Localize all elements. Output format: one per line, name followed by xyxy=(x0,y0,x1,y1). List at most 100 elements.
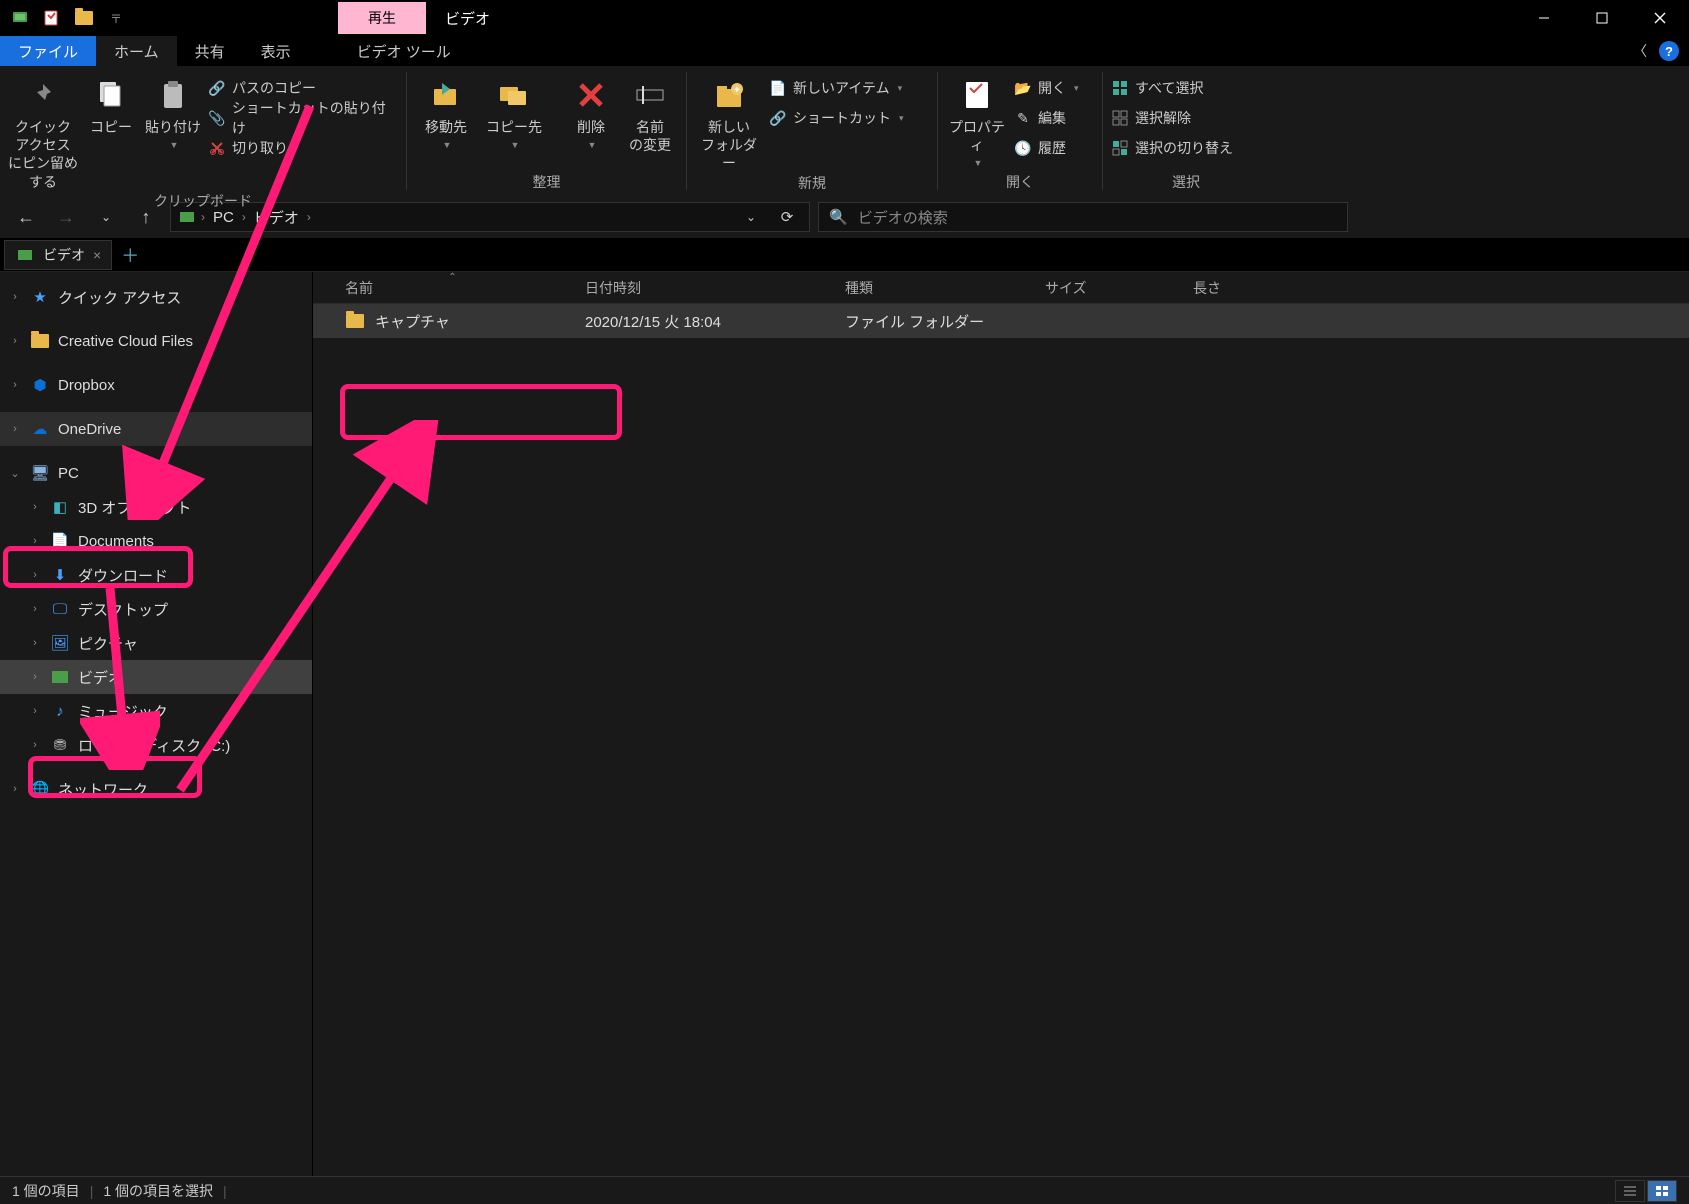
pin-label: クイック アクセス にピン留めする xyxy=(8,118,78,191)
search-box[interactable]: 🔍 ビデオの検索 xyxy=(818,202,1348,232)
pin-quickaccess-button[interactable]: クイック アクセス にピン留めする xyxy=(8,70,78,191)
tree-videos[interactable]: › ビデオ xyxy=(0,660,312,694)
chevron-right-icon[interactable]: › xyxy=(8,335,22,347)
paste-button[interactable]: 貼り付け ▼ xyxy=(144,70,202,152)
file-row[interactable]: キャプチャ 2020/12/15 火 18:04 ファイル フォルダー xyxy=(313,304,1689,338)
tree-quick-access[interactable]: › ★ クイック アクセス xyxy=(0,280,312,314)
col-type[interactable]: 種類 xyxy=(833,278,1033,298)
edit-button[interactable]: ✎編集 xyxy=(1014,106,1094,130)
tree-network[interactable]: › 🌐 ネットワーク xyxy=(0,772,312,806)
group-open-label: 開く xyxy=(946,172,1094,194)
view-details-button[interactable] xyxy=(1615,1180,1645,1202)
rename-button[interactable]: 名前 の変更 xyxy=(622,70,678,154)
new-folder-button[interactable]: ✦ 新しい フォルダー xyxy=(695,70,763,173)
picture-icon: 🖼 xyxy=(50,634,70,652)
chevron-right-icon[interactable]: › xyxy=(8,379,22,391)
paste-shortcut-button[interactable]: 📎ショートカットの貼り付け xyxy=(208,106,398,130)
qat-dropdown-icon[interactable]: 〒 xyxy=(102,4,130,32)
cut-button[interactable]: 切り取り xyxy=(208,136,398,160)
group-organize-label: 整理 xyxy=(415,172,678,194)
tab-view[interactable]: 表示 xyxy=(243,36,309,66)
paste-label: 貼り付け xyxy=(145,118,201,136)
tree-onedrive[interactable]: › ☁ OneDrive xyxy=(0,412,312,446)
maximize-button[interactable] xyxy=(1573,0,1631,36)
tree-music[interactable]: › ♪ ミュージック xyxy=(0,694,312,728)
chevron-down-icon[interactable]: ⌄ xyxy=(8,467,22,480)
group-new-label: 新規 xyxy=(695,173,929,195)
rename-label: 名前 の変更 xyxy=(629,118,671,154)
col-size[interactable]: サイズ xyxy=(1033,278,1181,298)
col-name[interactable]: ⌃名前 xyxy=(333,278,573,298)
search-icon: 🔍 xyxy=(829,208,848,226)
chevron-right-icon[interactable]: › xyxy=(28,637,42,649)
chevron-right-icon[interactable]: › xyxy=(8,291,22,303)
copy-path-button[interactable]: 🔗パスのコピー xyxy=(208,76,398,100)
collapse-ribbon-icon[interactable]: 〈 xyxy=(1633,41,1647,61)
delete-button[interactable]: 削除▼ xyxy=(566,70,616,152)
ribbon: クイック アクセス にピン留めする コピー 貼り付け ▼ 🔗パスのコピー 📎ショ… xyxy=(0,66,1689,196)
col-date[interactable]: 日付時刻 xyxy=(573,278,833,298)
tree-3d-objects[interactable]: › ◧ 3D オブジェクト xyxy=(0,490,312,524)
history-button[interactable]: 🕓履歴 xyxy=(1014,136,1094,160)
status-bar: 1 個の項目 | 1 個の項目を選択 | xyxy=(0,1176,1689,1204)
status-selected: 1 個の項目を選択 xyxy=(103,1181,213,1201)
context-tab-play[interactable]: 再生 xyxy=(338,2,426,34)
chevron-right-icon[interactable]: › xyxy=(28,569,42,581)
address-dropdown-icon[interactable]: ⌄ xyxy=(735,201,767,233)
chevron-right-icon[interactable]: › xyxy=(28,705,42,717)
add-tab-button[interactable]: ＋ xyxy=(116,241,144,269)
folder-icon xyxy=(345,312,365,330)
file-name: キャプチャ xyxy=(375,311,450,332)
tab-video-tools[interactable]: ビデオ ツール xyxy=(339,36,469,66)
column-headers: ⌃名前 日付時刻 種類 サイズ 長さ xyxy=(313,272,1689,304)
group-select-label: 選択 xyxy=(1111,172,1261,194)
minimize-button[interactable] xyxy=(1515,0,1573,36)
col-length[interactable]: 長さ xyxy=(1181,278,1361,298)
tree-dropbox[interactable]: › ⬢ Dropbox xyxy=(0,368,312,402)
navigation-sidebar: › ★ クイック アクセス › Creative Cloud Files › ⬢… xyxy=(0,272,312,1176)
folder-tab-videos[interactable]: ビデオ × xyxy=(4,240,112,270)
refresh-button[interactable]: ⟳ xyxy=(771,201,803,233)
chevron-right-icon[interactable]: › xyxy=(8,783,22,795)
qat-properties-icon[interactable] xyxy=(38,4,66,32)
move-to-button[interactable]: 移動先▼ xyxy=(415,70,477,152)
document-icon: 📄 xyxy=(50,532,70,550)
tree-local-disk[interactable]: › ⛃ ローカル ディスク (C:) xyxy=(0,728,312,762)
tab-icon xyxy=(15,246,35,264)
chevron-right-icon[interactable]: › xyxy=(28,535,42,547)
select-none-button[interactable]: 選択解除 xyxy=(1111,106,1261,130)
tab-file[interactable]: ファイル xyxy=(0,36,96,66)
tab-close-icon[interactable]: × xyxy=(93,247,101,263)
chevron-right-icon[interactable]: › xyxy=(8,423,22,435)
svg-text:✦: ✦ xyxy=(733,85,741,96)
shortcut-button[interactable]: 🔗ショートカット▾ xyxy=(769,106,929,130)
copy-label: コピー xyxy=(90,118,132,136)
invert-selection-button[interactable]: 選択の切り替え xyxy=(1111,136,1261,160)
close-button[interactable] xyxy=(1631,0,1689,36)
star-icon: ★ xyxy=(30,288,50,306)
select-all-button[interactable]: すべて選択 xyxy=(1111,76,1261,100)
tab-home[interactable]: ホーム xyxy=(96,36,177,66)
help-icon[interactable]: ? xyxy=(1659,41,1679,61)
tab-share[interactable]: 共有 xyxy=(177,36,243,66)
tree-downloads[interactable]: › ⬇ ダウンロード xyxy=(0,558,312,592)
properties-label: プロパティ xyxy=(946,118,1008,154)
tree-documents[interactable]: › 📄 Documents xyxy=(0,524,312,558)
tree-creative-cloud[interactable]: › Creative Cloud Files xyxy=(0,324,312,358)
properties-button[interactable]: プロパティ▼ xyxy=(946,70,1008,170)
qat-folder-icon[interactable] xyxy=(70,4,98,32)
copy-button[interactable]: コピー xyxy=(84,70,138,136)
view-thumbnails-button[interactable] xyxy=(1647,1180,1677,1202)
file-date: 2020/12/15 火 18:04 xyxy=(573,311,833,332)
tree-pc[interactable]: ⌄ 🖥 PC xyxy=(0,456,312,490)
chevron-right-icon[interactable]: › xyxy=(28,739,42,751)
tree-pictures[interactable]: › 🖼 ピクチャ xyxy=(0,626,312,660)
chevron-right-icon[interactable]: › xyxy=(28,501,42,513)
tree-desktop[interactable]: › 🖵 デスクトップ xyxy=(0,592,312,626)
copy-to-button[interactable]: コピー先▼ xyxy=(483,70,545,152)
open-button[interactable]: 📂開く▾ xyxy=(1014,76,1094,100)
chevron-right-icon[interactable]: › xyxy=(28,671,42,683)
chevron-right-icon[interactable]: › xyxy=(28,603,42,615)
new-item-button[interactable]: 📄新しいアイテム▾ xyxy=(769,76,929,100)
pc-icon: 🖥 xyxy=(30,464,50,482)
